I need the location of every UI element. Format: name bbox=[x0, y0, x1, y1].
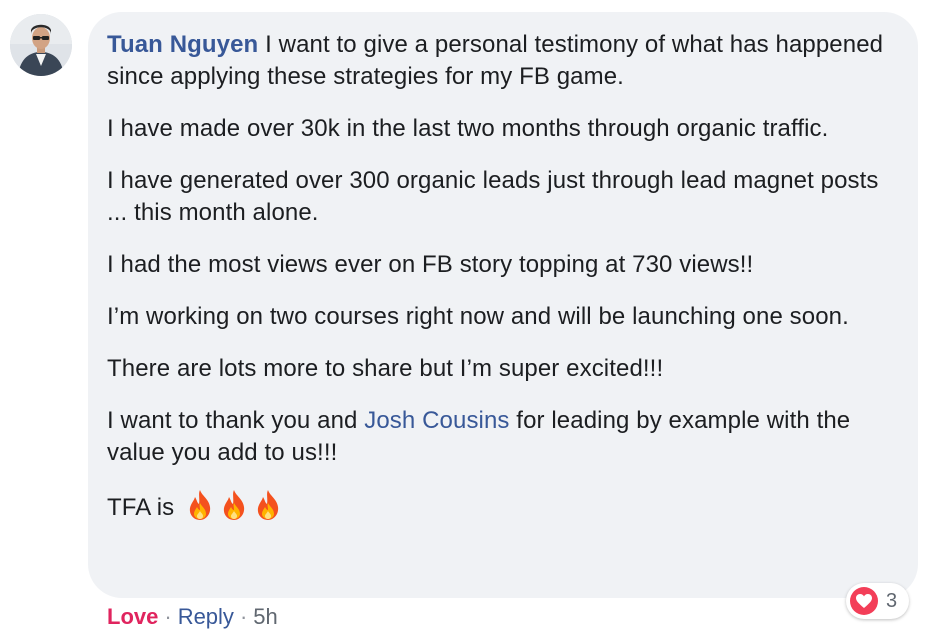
fire-emoji-icon bbox=[257, 490, 279, 520]
comment-bubble: Tuan Nguyen I want to give a personal te… bbox=[88, 12, 918, 598]
timestamp[interactable]: 5h bbox=[253, 604, 277, 629]
mention-link[interactable]: Josh Cousins bbox=[364, 407, 509, 434]
comment-paragraph-2: I have made over 30k in the last two mon… bbox=[107, 115, 829, 142]
comment-paragraph-4: I had the most views ever on FB story to… bbox=[107, 251, 754, 278]
comment-actions: Love · Reply · 5h bbox=[107, 602, 278, 632]
comment-paragraph-1: Tuan Nguyen I want to give a personal te… bbox=[107, 29, 902, 93]
avatar[interactable] bbox=[10, 14, 72, 76]
author-name-link[interactable]: Tuan Nguyen bbox=[107, 31, 258, 58]
love-reaction-link[interactable]: Love bbox=[107, 604, 158, 629]
fire-emoji-icon bbox=[189, 490, 211, 520]
reply-link[interactable]: Reply bbox=[178, 604, 234, 629]
comment-paragraph-5: I’m working on two courses right now and… bbox=[107, 303, 849, 330]
closing-text: TFA is bbox=[107, 494, 182, 521]
heart-icon bbox=[850, 587, 878, 615]
comment-paragraph-3: I have generated over 300 organic leads … bbox=[107, 167, 879, 226]
reaction-count: 3 bbox=[886, 589, 898, 612]
separator: · bbox=[239, 604, 248, 629]
comment-paragraph-7: I want to thank you and Josh Cousins for… bbox=[107, 405, 902, 469]
thanks-text: I want to thank you and bbox=[107, 407, 365, 434]
profile-photo bbox=[10, 14, 72, 76]
separator: · bbox=[164, 604, 172, 629]
comment-paragraph-8: TFA is bbox=[107, 489, 902, 524]
reactions-pill[interactable]: 3 bbox=[846, 583, 910, 619]
comment-paragraph-6: There are lots more to share but I’m sup… bbox=[107, 355, 664, 382]
fire-emoji-icon bbox=[223, 490, 245, 520]
